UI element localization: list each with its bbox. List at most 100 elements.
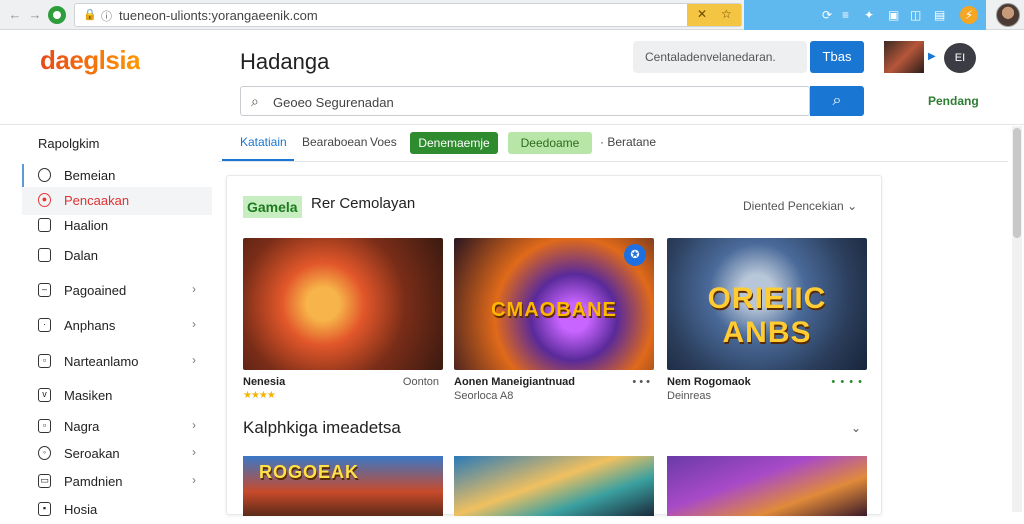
arrow-right-icon: ▶ <box>928 51 936 62</box>
sidebar-item-dalan[interactable]: Dalan <box>22 242 212 270</box>
url-text[interactable]: tueneon-ulionts:yorangaeenik.com <box>119 8 318 23</box>
sidebar-item-label: Masiken <box>64 388 113 403</box>
section-title: Kalphkiga imeadetsa <box>243 418 401 437</box>
tab-voes[interactable]: Voes <box>370 135 397 149</box>
browser-toolbar: ← → 🔒 ⓘ tueneon-ulionts:yorangaeenik.com… <box>0 0 1024 30</box>
sidebar-item-pencaakan[interactable]: ● Pencaakan <box>22 187 212 215</box>
chat-icon[interactable]: ▣ <box>888 7 899 23</box>
e-icon[interactable]: ⟳ <box>822 7 832 23</box>
tab-bearaboean[interactable]: Bearaboean <box>302 135 367 149</box>
game-card-image[interactable]: ✪ CMAOBANE <box>454 238 654 370</box>
target-icon: ● <box>38 193 51 207</box>
game-card-image[interactable] <box>243 238 443 370</box>
box-icon: ▭ <box>38 474 51 488</box>
sidebar-item-bemeian[interactable]: Bemeian <box>22 162 212 190</box>
tab-beratane[interactable]: · Beratane <box>600 135 656 149</box>
box-icon: ▪ <box>38 502 51 516</box>
sidebar-item-nagra[interactable]: ▫ Nagra › <box>22 413 212 441</box>
back-arrow-icon[interactable]: ← <box>6 6 24 24</box>
card-title[interactable]: Nenesia <box>243 376 285 388</box>
forward-arrow-icon[interactable]: → <box>26 6 44 24</box>
game-card-image[interactable] <box>454 456 654 516</box>
chevron-right-icon: › <box>192 473 196 487</box>
top-action-button[interactable]: Tbas <box>810 41 864 73</box>
sidebar-item-label: Seroakan <box>64 446 120 461</box>
site-logo[interactable]: daeglsia <box>40 45 141 76</box>
home-icon[interactable] <box>48 6 66 24</box>
sidebar-item-label: Bemeian <box>64 168 116 183</box>
card-meta: Aonen Maneigiantnuad • • • Seorloca A8 <box>454 376 654 406</box>
url-bar[interactable]: 🔒 ⓘ tueneon-ulionts:yorangaeenik.com ✕ ☆ <box>74 3 742 27</box>
card-subtitle: Deinreas <box>667 390 712 402</box>
sidebar-item-label: Hosia <box>64 502 98 517</box>
sidebar-item-label: Pencaakan <box>64 193 130 208</box>
tab-katatiain[interactable]: Katatiain <box>240 135 287 149</box>
card-title[interactable]: Nem Rogomaok <box>667 376 751 388</box>
sidebar-item-label: Anphans <box>64 318 116 333</box>
badge-icon: ✪ <box>624 244 646 266</box>
card-meta: Nenesia Oonton ★★★★ <box>243 376 443 406</box>
tab-bar: Katatiain Bearaboean Voes Denemaemje Dee… <box>218 126 1008 162</box>
card-meta: Nem Rogomaok • • • • Deinreas <box>667 376 867 406</box>
chevron-right-icon: › <box>192 317 196 331</box>
card-meta-right: • • • • <box>831 376 863 388</box>
section-badge: Gamela <box>243 196 302 218</box>
menu-icon[interactable]: ≡ <box>842 7 849 23</box>
card-overlay-text: CMAOBANE <box>491 299 617 321</box>
scrollbar-thumb[interactable] <box>1013 128 1021 238</box>
profile-avatar[interactable] <box>996 3 1020 27</box>
card-meta-right: • • • <box>632 376 650 388</box>
sidebar-item-pamdnien[interactable]: ▭ Pamdnien › <box>22 468 212 496</box>
card-subtitle: Seorloca A8 <box>454 390 514 402</box>
chevron-right-icon: › <box>192 445 196 459</box>
tab-pill-deedoame[interactable]: Deedoame <box>508 132 592 154</box>
sidebar-item-seroakan[interactable]: ◦ Seroakan › <box>22 440 212 468</box>
tab-pill-denemaemje[interactable]: Denemaemje <box>410 132 498 154</box>
sidebar-item-haalion[interactable]: Haalion <box>22 212 212 240</box>
lightning-icon[interactable]: ⚡ <box>960 6 978 24</box>
file-icon <box>38 248 51 262</box>
pin-icon[interactable]: ✕ <box>697 7 707 21</box>
chat-icon: ◦ <box>38 446 51 460</box>
sidebar: Rapolgkim Bemeian ● Pencaakan Haalion Da… <box>0 126 218 517</box>
search-input[interactable]: ⌕ Geoeo Segurenadan <box>240 86 810 116</box>
search-icon: ⌕ <box>251 93 259 109</box>
active-tab-underline <box>222 159 294 161</box>
extensions-bar: ⟳ ≡ ✦ ▣ ◫ ▤ ⚡ <box>744 0 986 30</box>
search-button[interactable]: ⌕ <box>810 86 864 116</box>
bag-icon[interactable]: ▤ <box>934 7 945 23</box>
game-card-image[interactable]: ORIEIIC ANBS <box>667 238 867 370</box>
sidebar-item-masiken[interactable]: v Masiken <box>22 382 212 410</box>
account-avatar[interactable]: EI <box>944 43 976 73</box>
search-placeholder: Geoeo Segurenadan <box>273 95 394 110</box>
chevron-down-icon[interactable]: ⌄ <box>851 421 861 435</box>
sidebar-item-hosia[interactable]: ▪ Hosia <box>22 496 212 524</box>
sidebar-item-anphans[interactable]: · Anphans › <box>22 312 212 340</box>
game-card-image[interactable]: ROGOEAK <box>243 456 443 516</box>
box-icon: – <box>38 283 51 297</box>
chevron-right-icon: › <box>192 353 196 367</box>
sidebar-item-label: Pagoained <box>64 283 127 298</box>
card-meta-right: Oonton <box>402 376 439 388</box>
box-icon: ▫ <box>38 354 51 368</box>
chevron-right-icon: › <box>192 418 196 432</box>
sidebar-item-pagoained[interactable]: – Pagoained › <box>22 277 212 305</box>
sidebar-item-narteanlamo[interactable]: ▫ Narteanlamo › <box>22 348 212 376</box>
game-card-image[interactable] <box>667 456 867 516</box>
sidebar-item-label: Nagra <box>64 419 100 434</box>
site-header: daeglsia Hadanga Centaladenvelanedaran. … <box>0 31 1024 125</box>
user-thumbnail[interactable] <box>884 41 924 73</box>
bookmark-star-icon[interactable]: ☆ <box>721 7 732 21</box>
card-title[interactable]: Aonen Maneigiantnuad <box>454 376 575 388</box>
top-search-box[interactable]: Centaladenvelanedaran. <box>633 41 807 73</box>
sidebar-item-label: Haalion <box>64 218 109 233</box>
section-title: Rer Cemolayan <box>311 195 416 212</box>
sort-dropdown[interactable]: Diented Pencekian ⌄ <box>743 199 857 213</box>
card-overlay-text: ORIEIIC ANBS <box>707 282 827 349</box>
folder-icon <box>38 218 51 232</box>
shield-icon: v <box>38 388 51 402</box>
header-link[interactable]: Pendang <box>928 94 979 108</box>
puzzle-icon[interactable]: ◫ <box>910 7 921 23</box>
flame-icon[interactable]: ✦ <box>864 7 874 23</box>
box-icon: · <box>38 318 51 332</box>
